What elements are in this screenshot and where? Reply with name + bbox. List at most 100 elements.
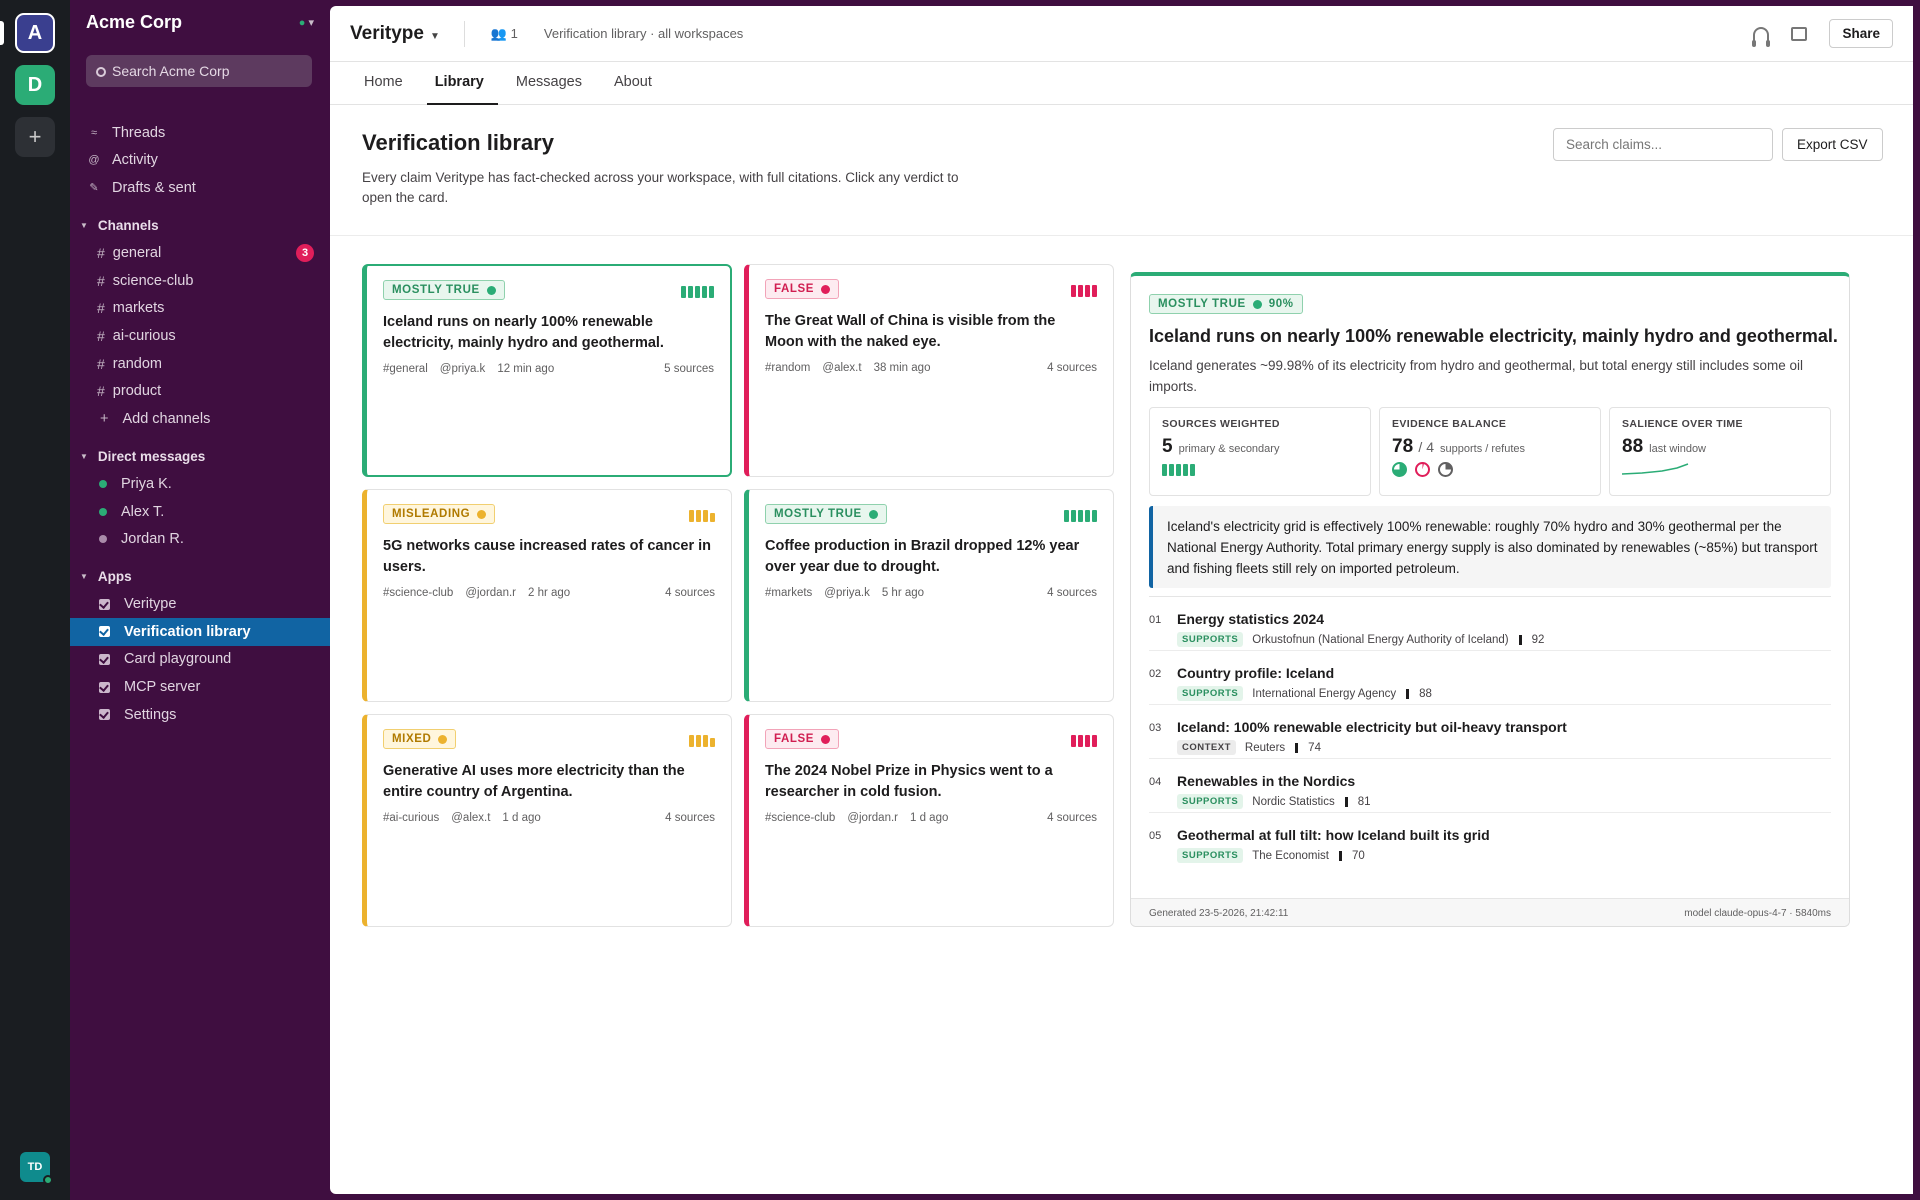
page-subtitle: Every claim Veritype has fact-checked ac… xyxy=(362,170,959,205)
sidebar-channel-general[interactable]: # general 3 xyxy=(70,239,330,267)
source-row[interactable]: 02 Country profile: Iceland SUPPORTS Inte… xyxy=(1149,651,1831,705)
sidebar-item-label: Activity xyxy=(112,152,158,169)
presence-dot xyxy=(99,507,107,516)
page-title: Verification library xyxy=(362,130,554,155)
share-button[interactable]: Share xyxy=(1829,19,1893,48)
dm-section-header[interactable]: ▼ Direct messages xyxy=(70,443,330,471)
tab-library[interactable]: Library xyxy=(426,62,499,105)
source-row[interactable]: 01 Energy statistics 2024 SUPPORTS Orkust… xyxy=(1149,597,1831,651)
source-number: 05 xyxy=(1149,830,1162,842)
verdict-dot-icon xyxy=(1252,299,1262,309)
members-button[interactable]: 👥 1 xyxy=(491,26,518,42)
user-avatar[interactable]: TD xyxy=(20,1152,53,1185)
stat-evidence-balance: EVIDENCE BALANCE 78 / 4 supports / refute… xyxy=(1379,407,1601,496)
dm-name: Jordan R. xyxy=(121,531,184,548)
channel-name: ai-curious xyxy=(112,327,176,344)
source-row[interactable]: 04 Renewables in the Nordics SUPPORTS Nor… xyxy=(1149,759,1831,813)
sidebar-app-mcp-server[interactable]: MCP server xyxy=(70,673,330,701)
workspace-rail: A D + TD xyxy=(0,0,70,1200)
stance-tag: CONTEXT xyxy=(1177,740,1236,755)
refutes-pie-icon xyxy=(1415,462,1430,477)
workspace-menu-chevron-icon[interactable]: ● ▾ xyxy=(299,16,314,29)
app-name: Settings xyxy=(124,706,177,723)
plus-icon: + xyxy=(100,410,109,427)
tab-home[interactable]: Home xyxy=(364,62,403,104)
apps-section-header[interactable]: ▼ Apps xyxy=(70,563,330,591)
hash-icon: # xyxy=(97,272,105,289)
stat-extra: primary & secondary xyxy=(1178,443,1280,455)
sidebar-item-activity[interactable]: @ Activity xyxy=(70,147,330,175)
channels-section-header[interactable]: ▼ Channels xyxy=(70,212,330,240)
sidebar-dm-alex[interactable]: Alex T. xyxy=(70,498,330,526)
source-row[interactable]: 05 Geothermal at full tilt: how Iceland … xyxy=(1149,813,1831,867)
sidebar-channel-markets[interactable]: # markets xyxy=(70,295,330,323)
confidence-bars-icon xyxy=(1064,510,1097,522)
detail-footer: Generated 23-5-2026, 21:42:11 model clau… xyxy=(1131,898,1849,926)
sidebar-app-card-playground[interactable]: Card playground xyxy=(70,646,330,674)
source-title[interactable]: Iceland: 100% renewable electricity but … xyxy=(1177,719,1567,735)
add-channels-button[interactable]: + Add channels xyxy=(70,405,330,433)
source-title[interactable]: Renewables in the Nordics xyxy=(1177,773,1355,789)
source-weight-bars-icon xyxy=(1162,464,1358,476)
canvas-icon[interactable] xyxy=(1791,26,1808,41)
verdict-card[interactable]: MIXED Generative AI uses more electricit… xyxy=(362,714,732,927)
dm-name: Alex T. xyxy=(121,503,165,520)
verdict-card[interactable]: MOSTLY TRUE Coffee production in Brazil … xyxy=(744,489,1114,702)
caret-down-icon: ▼ xyxy=(80,572,88,582)
add-workspace-button[interactable]: + xyxy=(15,117,55,157)
export-csv-button[interactable]: Export CSV xyxy=(1782,128,1883,161)
verdict-card[interactable]: MISLEADING 5G networks cause increased r… xyxy=(362,489,732,702)
card-meta: #science-club @jordan.r 2 hr ago 4 sources xyxy=(383,587,715,599)
tab-about[interactable]: About xyxy=(614,62,652,104)
sidebar-channel-ai-curious[interactable]: # ai-curious xyxy=(70,322,330,350)
sidebar-item-drafts[interactable]: ✎ Drafts & sent xyxy=(70,174,330,202)
workspace-d[interactable]: D xyxy=(15,65,55,105)
sidebar-channel-science-club[interactable]: # science-club xyxy=(70,267,330,295)
app-check-icon xyxy=(99,653,110,665)
stat-denominator: / 4 xyxy=(1418,439,1434,455)
source-number: 04 xyxy=(1149,776,1162,788)
sidebar-app-settings[interactable]: Settings xyxy=(70,701,330,729)
verdict-card[interactable]: FALSE The 2024 Nobel Prize in Physics we… xyxy=(744,714,1114,927)
card-channel: #ai-curious xyxy=(383,812,440,824)
source-publisher: The Economist xyxy=(1252,849,1329,862)
verdict-dot-icon xyxy=(438,734,448,744)
source-publisher: Nordic Statistics xyxy=(1252,795,1335,808)
sidebar-app-verification-library[interactable]: Verification library xyxy=(70,618,330,646)
stat-extra: last window xyxy=(1649,443,1706,455)
sidebar-item-threads[interactable]: ≈ Threads xyxy=(70,119,330,147)
sidebar-dm-priya[interactable]: Priya K. xyxy=(70,470,330,498)
channel-name: science-club xyxy=(112,272,194,289)
verdict-card[interactable]: FALSE The Great Wall of China is visible… xyxy=(744,264,1114,477)
card-meta: #science-club @jordan.r 1 d ago 4 sources xyxy=(765,812,1097,824)
sidebar-channel-product[interactable]: # product xyxy=(70,377,330,405)
stance-tag: SUPPORTS xyxy=(1177,848,1244,863)
app-title: Veritype xyxy=(350,22,424,44)
section-label: Apps xyxy=(97,569,132,585)
channel-name: markets xyxy=(112,300,165,317)
sidebar-channel-random[interactable]: # random xyxy=(70,350,330,378)
workspace-acme[interactable]: A xyxy=(15,13,55,53)
huddle-headphones-icon[interactable] xyxy=(1752,26,1771,47)
add-channels-label: Add channels xyxy=(122,410,211,427)
presence-dot xyxy=(99,479,107,488)
workspace-name[interactable]: Acme Corp xyxy=(86,12,182,33)
sidebar-dm-jordan[interactable]: Jordan R. xyxy=(70,525,330,553)
card-meta: #general @priya.k 12 min ago 5 sources xyxy=(383,363,714,375)
source-title[interactable]: Energy statistics 2024 xyxy=(1177,611,1324,627)
channel-name: product xyxy=(112,383,162,400)
card-channel: #science-club xyxy=(765,812,836,824)
source-title[interactable]: Country profile: Iceland xyxy=(1177,665,1334,681)
source-row[interactable]: 03 Iceland: 100% renewable electricity b… xyxy=(1149,705,1831,759)
claim-search-input[interactable]: Search claims... xyxy=(1553,128,1773,161)
app-title-button[interactable]: Veritype ▼ xyxy=(350,23,440,45)
tab-messages[interactable]: Messages xyxy=(516,62,582,104)
source-title[interactable]: Geothermal at full tilt: how Iceland bui… xyxy=(1177,827,1490,843)
sidebar-app-veritype[interactable]: Veritype xyxy=(70,591,330,619)
sidebar-search-input[interactable]: Search Acme Corp xyxy=(86,55,312,87)
verdict-card[interactable]: MOSTLY TRUE Iceland runs on nearly 100% … xyxy=(362,264,732,477)
card-meta: #markets @priya.k 5 hr ago 4 sources xyxy=(765,587,1097,599)
stance-tag: SUPPORTS xyxy=(1177,632,1244,647)
threads-icon: ≈ xyxy=(90,126,98,139)
salience-sparkline xyxy=(1621,463,1689,475)
